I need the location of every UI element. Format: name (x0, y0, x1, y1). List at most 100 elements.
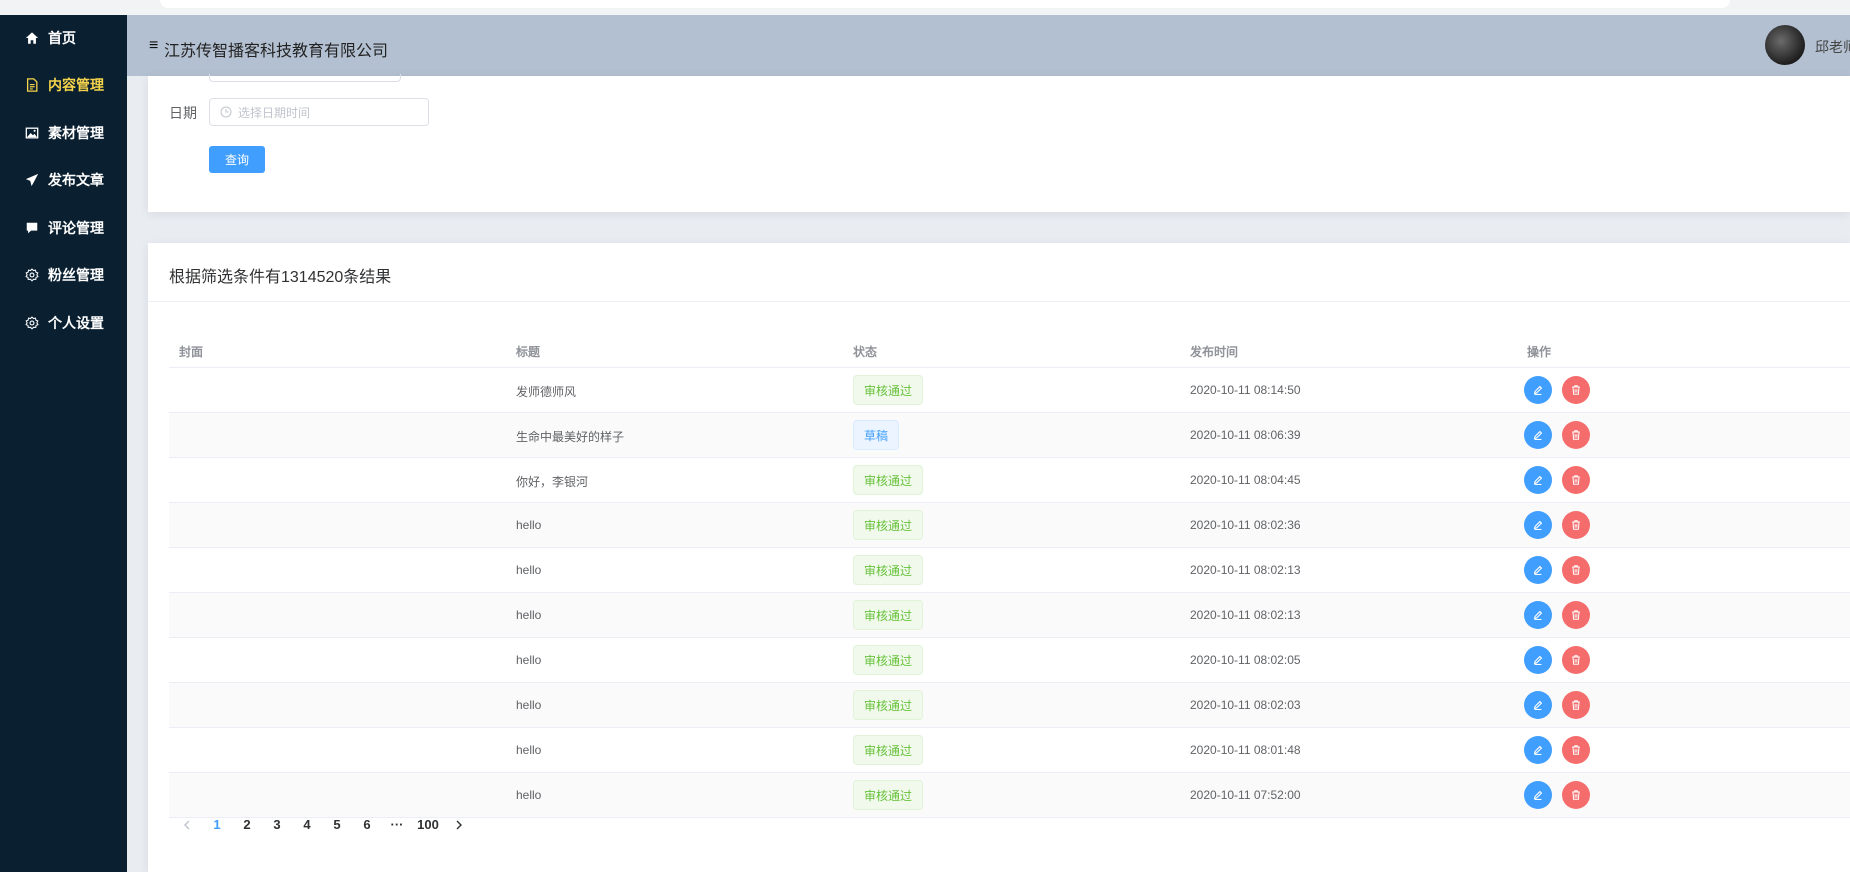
trash-icon (1570, 519, 1582, 531)
row-publish-time: 2020-10-11 08:14:50 (1190, 383, 1301, 397)
row-publish-time: 2020-10-11 08:02:13 (1190, 608, 1301, 622)
edit-button[interactable] (1524, 556, 1552, 584)
delete-button[interactable] (1562, 376, 1590, 404)
delete-button[interactable] (1562, 781, 1590, 809)
row-publish-time: 2020-10-11 08:04:45 (1190, 473, 1301, 487)
sidebar-item-2[interactable]: 内容管理 (0, 70, 127, 100)
comment-icon (24, 220, 40, 236)
sidebar-item-1[interactable]: 首页 (0, 23, 127, 53)
watermark: https://blog.csdn.net/weixin_43392489 (1532, 844, 1771, 860)
row-title: hello (516, 788, 542, 802)
row-publish-time: 2020-10-11 08:02:36 (1190, 518, 1301, 532)
menu-toggle-icon[interactable]: ≡ (149, 37, 158, 55)
company-name: 江苏传智播客科技教育有限公司 (164, 43, 389, 60)
sidebar-item-label: 内容管理 (48, 77, 104, 93)
row-title: hello (516, 608, 542, 622)
delete-button[interactable] (1562, 511, 1590, 539)
page-number[interactable]: 2 (232, 817, 262, 832)
row-title: hello (516, 653, 542, 667)
query-button[interactable]: 查询 (209, 146, 265, 173)
edit-icon (1532, 654, 1544, 666)
column-header-actions: 操作 (1527, 345, 1552, 359)
delete-button[interactable] (1562, 556, 1590, 584)
date-picker-input[interactable]: 选择日期时间 (209, 98, 429, 126)
edit-icon (1532, 699, 1544, 711)
sidebar-item-7[interactable]: 个人设置 (0, 308, 127, 338)
edit-button[interactable] (1524, 511, 1552, 539)
status-badge: 审核通过 (853, 555, 924, 585)
page-number[interactable]: 4 (292, 817, 322, 832)
channel-select[interactable] (209, 74, 401, 82)
sidebar-item-6[interactable]: 粉丝管理 (0, 260, 127, 290)
status-badge: 审核通过 (853, 600, 924, 630)
edit-button[interactable] (1524, 781, 1552, 809)
trash-icon (1570, 609, 1582, 621)
filter-card: 日期 选择日期时间 查询 (148, 74, 1850, 212)
edit-button[interactable] (1524, 736, 1552, 764)
edit-icon (1532, 519, 1544, 531)
edit-button[interactable] (1524, 421, 1552, 449)
row-publish-time: 2020-10-11 08:02:03 (1190, 698, 1301, 712)
row-title: 你好，李银河 (516, 475, 589, 489)
top-header: ≡ 江苏传智播客科技教育有限公司 邱老师 (127, 15, 1850, 76)
table-row: hello 审核通过 2020-10-11 07:52:00 (169, 773, 1850, 818)
edit-button[interactable] (1524, 691, 1552, 719)
trash-icon (1570, 474, 1582, 486)
delete-button[interactable] (1562, 466, 1590, 494)
prev-page-icon[interactable] (180, 818, 194, 832)
delete-button[interactable] (1562, 646, 1590, 674)
table-row: hello 审核通过 2020-10-11 08:02:13 (169, 593, 1850, 638)
trash-icon (1570, 384, 1582, 396)
column-header-time: 发布时间 (1190, 345, 1239, 359)
browser-address-bar[interactable] (160, 0, 1730, 8)
browser-top-strip (0, 0, 1850, 15)
trash-icon (1570, 654, 1582, 666)
delete-button[interactable] (1562, 421, 1590, 449)
trash-icon (1570, 564, 1582, 576)
card-divider (148, 301, 1850, 302)
user-name[interactable]: 邱老师 (1815, 37, 1850, 57)
sidebar-item-label: 粉丝管理 (48, 267, 104, 283)
trash-icon (1570, 699, 1582, 711)
status-badge: 审核通过 (853, 510, 924, 540)
table-row: hello 审核通过 2020-10-11 08:02:05 (169, 638, 1850, 683)
page-number[interactable]: 1 (202, 817, 232, 832)
sidebar-item-5[interactable]: 评论管理 (0, 213, 127, 243)
status-badge: 审核通过 (853, 375, 924, 405)
page-number[interactable]: 5 (322, 817, 352, 832)
table-row: 发师德师风 审核通过 2020-10-11 08:14:50 (169, 368, 1850, 413)
edit-icon (1532, 744, 1544, 756)
edit-icon (1532, 384, 1544, 396)
sidebar-item-4[interactable]: 发布文章 (0, 165, 127, 195)
row-title: 生命中最美好的样子 (516, 430, 625, 444)
status-badge: 审核通过 (853, 465, 924, 495)
date-label: 日期 (169, 105, 197, 121)
edit-button[interactable] (1524, 466, 1552, 494)
edit-icon (1532, 564, 1544, 576)
page-number[interactable]: 6 (352, 817, 382, 832)
edit-button[interactable] (1524, 376, 1552, 404)
sidebar-item-label: 评论管理 (48, 220, 104, 236)
edit-button[interactable] (1524, 646, 1552, 674)
sidebar: 首页内容管理素材管理发布文章评论管理粉丝管理个人设置 (0, 15, 127, 872)
sidebar-item-3[interactable]: 素材管理 (0, 118, 127, 148)
delete-button[interactable] (1562, 691, 1590, 719)
delete-button[interactable] (1562, 601, 1590, 629)
page-number[interactable]: 100 (413, 817, 443, 832)
avatar[interactable] (1765, 25, 1805, 65)
gear-icon (24, 315, 40, 331)
column-header-cover: 封面 (179, 345, 204, 359)
row-publish-time: 2020-10-11 08:02:13 (1190, 563, 1301, 577)
edit-button[interactable] (1524, 601, 1552, 629)
pagination-ellipsis[interactable]: ··· (382, 817, 412, 832)
results-card: 根据筛选条件有1314520条结果 封面 标题 状态 发布时间 操作 发师德师风… (148, 243, 1850, 872)
row-publish-time: 2020-10-11 08:01:48 (1190, 743, 1301, 757)
next-page-icon[interactable] (452, 818, 466, 832)
row-title: hello (516, 518, 542, 532)
table-row: 生命中最美好的样子 草稿 2020-10-11 08:06:39 (169, 413, 1850, 458)
edit-icon (1532, 474, 1544, 486)
delete-button[interactable] (1562, 736, 1590, 764)
home-icon (24, 30, 40, 46)
page-number[interactable]: 3 (262, 817, 292, 832)
image-icon (24, 125, 40, 141)
